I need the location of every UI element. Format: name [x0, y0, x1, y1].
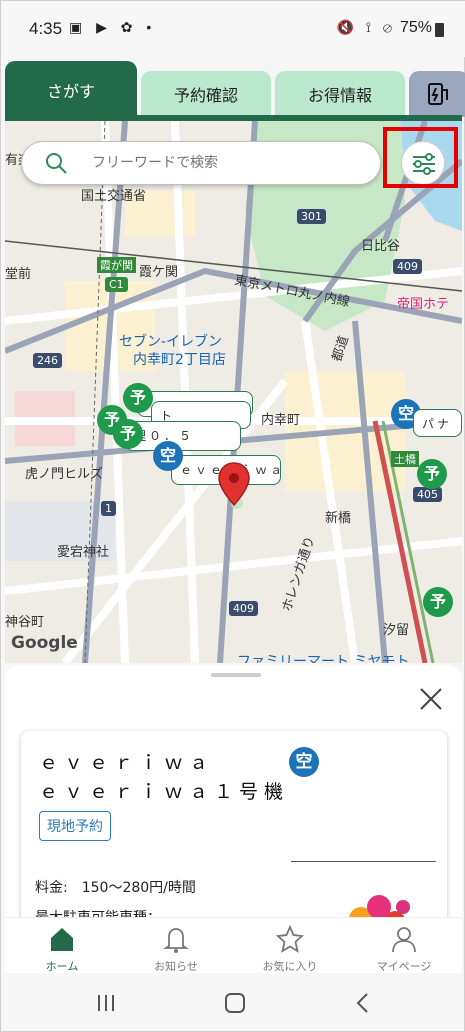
nav-notifications[interactable]: お知らせ — [119, 918, 233, 974]
recent-apps-icon[interactable] — [95, 993, 117, 1013]
back-icon[interactable] — [353, 991, 373, 1015]
parking-callout[interactable]: パナ — [413, 409, 462, 437]
top-tabs: さがす 予約確認 お得情報 — [5, 59, 465, 119]
price-text: 料金: 150～280円/時間 — [35, 880, 196, 896]
map-label: ファミリーマート ミヤモト — [237, 654, 410, 663]
road-shield: 409 — [393, 259, 422, 274]
map-label: 霞が関 — [97, 257, 136, 273]
parking-pin-reserve[interactable]: 予 — [123, 383, 153, 413]
tab-label: さがす — [46, 82, 95, 101]
parking-name-line1: ｅｖｅｒｉｗａ — [39, 752, 215, 774]
map-label: 虎ノ門ヒルズ — [25, 467, 104, 482]
close-icon[interactable] — [417, 685, 445, 713]
tab-ev-charging[interactable] — [409, 71, 465, 117]
parking-pin-vacant[interactable]: 空 — [153, 441, 183, 471]
parking-name: ｅｖｅｒｉｗａ ｅｖｅｒｉｗａ１号機 — [39, 749, 289, 807]
nav-home[interactable]: ホーム — [5, 918, 119, 974]
selected-location-marker-icon[interactable] — [217, 461, 251, 509]
ev-charger-icon — [428, 83, 448, 105]
road-shield: 1 — [101, 501, 116, 516]
vacancy-badge: 空 — [289, 747, 319, 777]
nav-mypage[interactable]: マイページ — [347, 918, 461, 974]
map-label: 土橋 — [391, 451, 419, 467]
status-time: 4:35 — [29, 19, 63, 38]
road-shield: 405 — [413, 487, 442, 502]
map-view[interactable]: 有楽 国土交通省 日比谷 霞ケ関 霞が関 東京メトロ丸ノ内線 帝国ホテ セブン-… — [5, 121, 462, 663]
sheet-drag-handle[interactable] — [211, 673, 261, 677]
person-icon — [392, 927, 416, 953]
star-icon — [275, 924, 305, 953]
battery-icon — [435, 23, 444, 37]
map-label: 愛宕神社 — [57, 545, 110, 560]
search-bar[interactable] — [21, 141, 381, 185]
tab-search[interactable]: さがす — [5, 61, 137, 119]
map-label: 霞ケ関 — [139, 265, 179, 280]
callout-text: パナ — [422, 417, 453, 431]
highlight-box — [383, 127, 458, 188]
map-label: 新橋 — [325, 511, 352, 526]
bell-icon — [163, 928, 189, 953]
map-label: 内幸町2丁目店 — [133, 352, 226, 368]
tab-label: 予約確認 — [173, 86, 238, 105]
notification-icons: ▣ ▶ ✿ • — [69, 19, 157, 35]
map-label: 日比谷 — [361, 239, 401, 254]
nav-label: マイページ — [376, 960, 432, 973]
system-icons: 🔇 ⟟ ⊘ — [336, 19, 396, 35]
nav-favorites[interactable]: お気に入り — [233, 918, 347, 974]
search-icon — [46, 153, 67, 174]
onsite-reservation-badge: 現地予約 — [39, 811, 111, 841]
image-divider — [291, 861, 436, 862]
map-label: 帝国ホテ — [397, 297, 450, 312]
battery-level: 75% — [399, 19, 432, 36]
system-navigation-bar — [5, 973, 462, 1031]
parking-card[interactable]: ｅｖｅｒｉｗａ ｅｖｅｒｉｗａ１号機 現地予約 空 料金: 150～280円/時… — [21, 731, 447, 931]
tab-reservations[interactable]: 予約確認 — [141, 71, 271, 117]
road-shield: 246 — [33, 353, 62, 368]
road-shield: 301 — [297, 209, 326, 224]
google-logo: Google — [11, 633, 78, 653]
nav-label: お気に入り — [262, 960, 318, 973]
parking-name-line2: ｅｖｅｒｉｗａ１号機 — [39, 781, 290, 803]
road-shield: C1 — [105, 277, 128, 292]
road-shield: 409 — [229, 601, 258, 616]
map-label: セブン-イレブン — [119, 334, 223, 350]
parking-pin-reserve[interactable]: 予 — [417, 459, 447, 489]
nav-label: お知らせ — [154, 960, 198, 973]
screen: 4:35 ▣ ▶ ✿ • 🔇 ⟟ ⊘ 75% さがす 予約確認 お得情報 有楽 … — [0, 0, 465, 1032]
home-button-icon[interactable] — [223, 991, 247, 1015]
map-label: 国土交通省 — [81, 189, 147, 204]
map-label: 内幸町 — [261, 413, 301, 428]
map-label: 神谷町 — [5, 615, 45, 630]
parking-detail-sheet: ｅｖｅｒｉｗａ ｅｖｅｒｉｗａ１号機 現地予約 空 料金: 150～280円/時… — [5, 665, 462, 931]
map-label: 堂前 — [5, 267, 32, 282]
search-input[interactable] — [92, 150, 362, 176]
parking-pin-reserve[interactable]: 予 — [113, 419, 143, 449]
home-icon — [51, 928, 73, 951]
nav-label: ホーム — [45, 960, 79, 973]
bottom-navigation: ホーム お知らせ お気に入り マイページ — [5, 917, 462, 973]
map-label: 汐留 — [383, 623, 410, 638]
tab-label: お得情報 — [307, 86, 372, 105]
parking-pin-reserve[interactable]: 予 — [423, 587, 453, 617]
tab-deals[interactable]: お得情報 — [275, 71, 405, 117]
status-bar: 4:35 ▣ ▶ ✿ • 🔇 ⟟ ⊘ 75% — [1, 1, 465, 57]
